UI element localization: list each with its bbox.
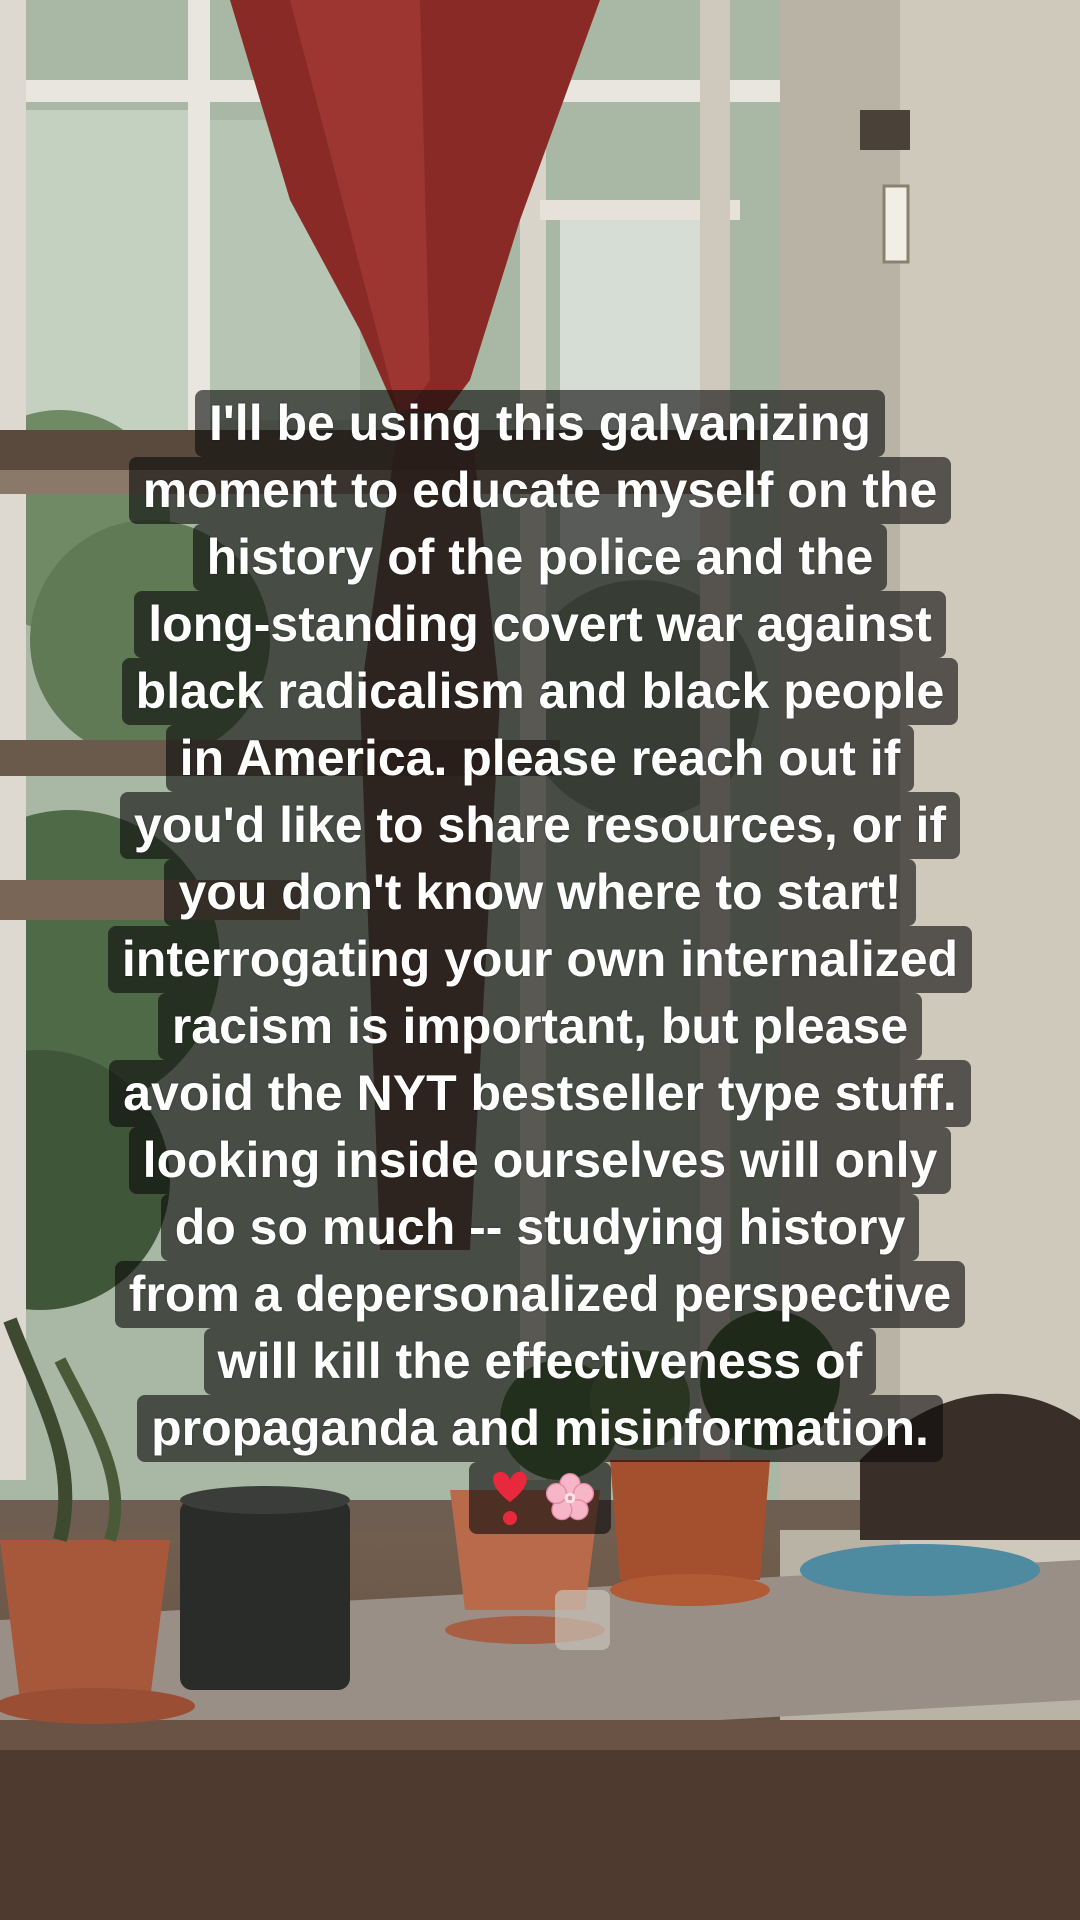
caption-line: avoid the NYT bestseller type stuff.: [109, 1060, 971, 1127]
caption-line: moment to educate myself on the: [128, 457, 952, 524]
heavy-heart-exclamation-icon: [493, 1471, 527, 1525]
caption-line: racism is important, but please: [157, 993, 923, 1060]
caption-line: do so much -- studying history: [160, 1194, 920, 1261]
caption-line: from a depersonalized perspective: [114, 1261, 966, 1328]
story-view[interactable]: I'll be using this galvanizing moment to…: [0, 0, 1080, 1920]
caption-line: looking inside ourselves will only: [128, 1127, 952, 1194]
caption-line: I'll be using this galvanizing: [195, 390, 885, 457]
caption-emoji-line: [469, 1462, 611, 1534]
caption-line: will kill the effectiveness of: [203, 1328, 877, 1395]
caption-line: interrogating your own internalized: [107, 926, 973, 993]
story-caption: I'll be using this galvanizing moment to…: [0, 390, 1080, 1534]
caption-line: in America. please reach out if: [165, 725, 915, 792]
caption-line: history of the police and the: [192, 524, 888, 591]
caption-line: long-standing covert war against: [134, 591, 946, 658]
caption-line: propaganda and misinformation.: [137, 1395, 943, 1462]
caption-line: you don't know where to start!: [164, 859, 916, 926]
cherry-blossom-icon: [545, 1473, 595, 1521]
caption-line: black radicalism and black people: [121, 658, 959, 725]
caption-line: you'd like to share resources, or if: [119, 792, 961, 859]
